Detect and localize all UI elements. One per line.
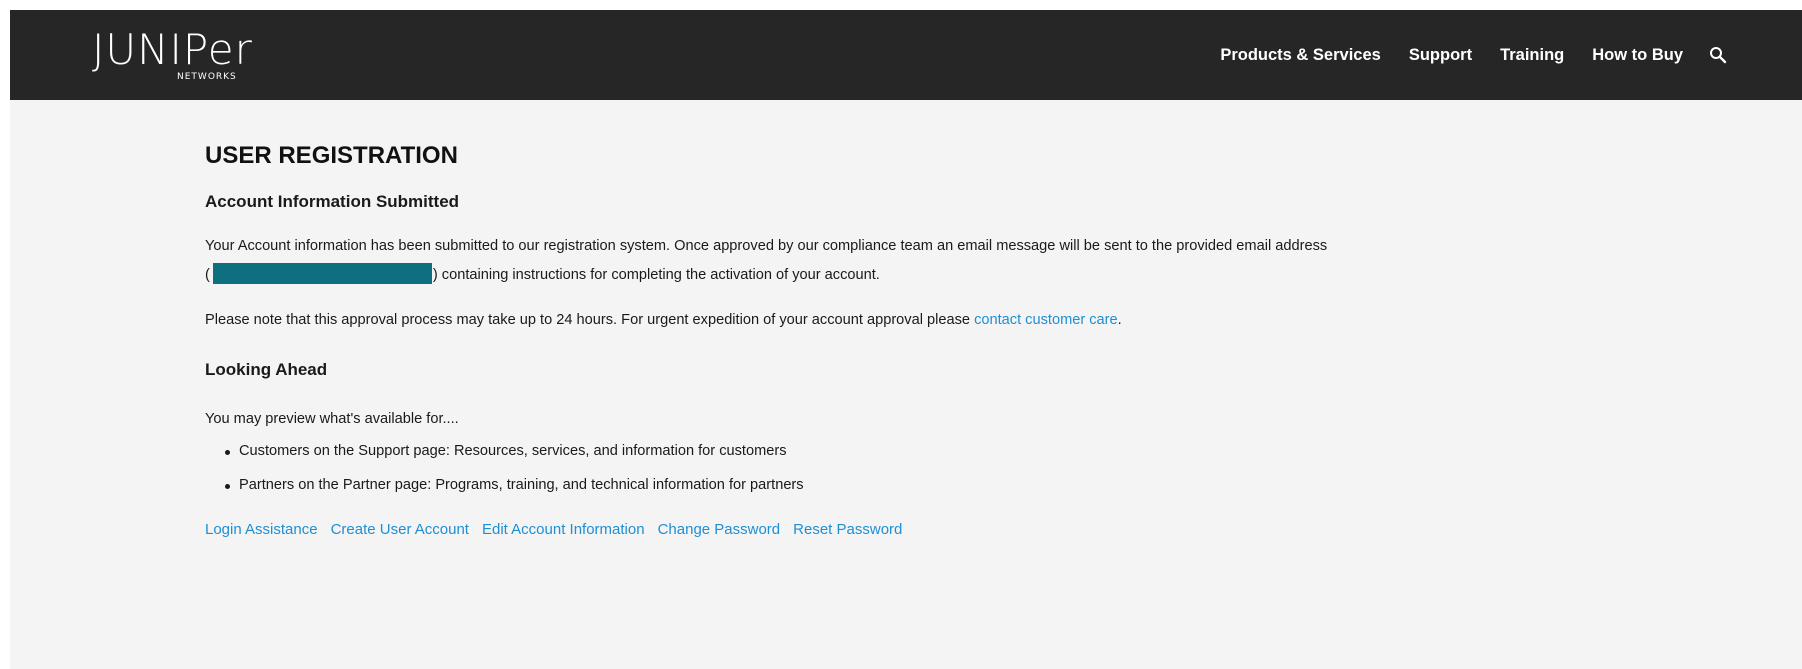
change-password-link[interactable]: Change Password — [658, 521, 781, 538]
approval-note: Please note that this approval process m… — [205, 312, 1122, 328]
list-item-partners: Partners on the Partner page: Programs, … — [225, 477, 804, 511]
account-links: Login Assistance Create User Account Edi… — [205, 521, 902, 538]
submitted-message-rest: ) containing instructions for completing… — [432, 267, 880, 283]
submitted-heading: Account Information Submitted — [205, 192, 460, 211]
logo-subtext: NETWORKS — [177, 72, 237, 82]
list-item-customers: Customers on the Support page: Resources… — [225, 443, 804, 477]
nav-training[interactable]: Training — [1500, 46, 1564, 65]
approval-text: Please note that this approval process m… — [205, 312, 971, 328]
nav-products-services[interactable]: Products & Services — [1220, 46, 1381, 65]
submitted-message-line2: ( ) containing instructions for completin… — [205, 263, 880, 284]
submitted-message-line1: Your Account information has been submit… — [205, 238, 1328, 254]
search-icon — [1710, 47, 1727, 64]
page: JUNIPer NETWORKS Products & Services Sup… — [10, 10, 1802, 669]
nav-how-to-buy[interactable]: How to Buy — [1592, 46, 1683, 65]
redacted-email — [212, 263, 432, 284]
contact-customer-care-link[interactable]: contact customer care — [974, 312, 1118, 328]
login-assistance-link[interactable]: Login Assistance — [205, 521, 318, 538]
approval-period: . — [1117, 312, 1122, 328]
top-navigation-bar: JUNIPer NETWORKS Products & Services Sup… — [10, 10, 1802, 100]
create-user-account-link[interactable]: Create User Account — [331, 521, 469, 538]
reset-password-link[interactable]: Reset Password — [793, 521, 902, 538]
preview-intro: You may preview what's available for.... — [205, 411, 459, 427]
nav-support[interactable]: Support — [1409, 46, 1472, 65]
main-content: USER REGISTRATION Account Information Su… — [10, 100, 1802, 669]
main-nav: Products & Services Support Training How… — [1220, 10, 1802, 100]
edit-account-information-link[interactable]: Edit Account Information — [482, 521, 645, 538]
page-title: USER REGISTRATION — [205, 142, 458, 169]
looking-ahead-heading: Looking Ahead — [205, 360, 328, 379]
juniper-logo[interactable]: JUNIPer NETWORKS — [92, 26, 282, 86]
logo-wordmark: JUNIPer — [92, 25, 253, 74]
preview-list: Customers on the Support page: Resources… — [225, 443, 804, 511]
paren-open: ( — [205, 267, 210, 283]
search-button[interactable] — [1705, 42, 1731, 68]
